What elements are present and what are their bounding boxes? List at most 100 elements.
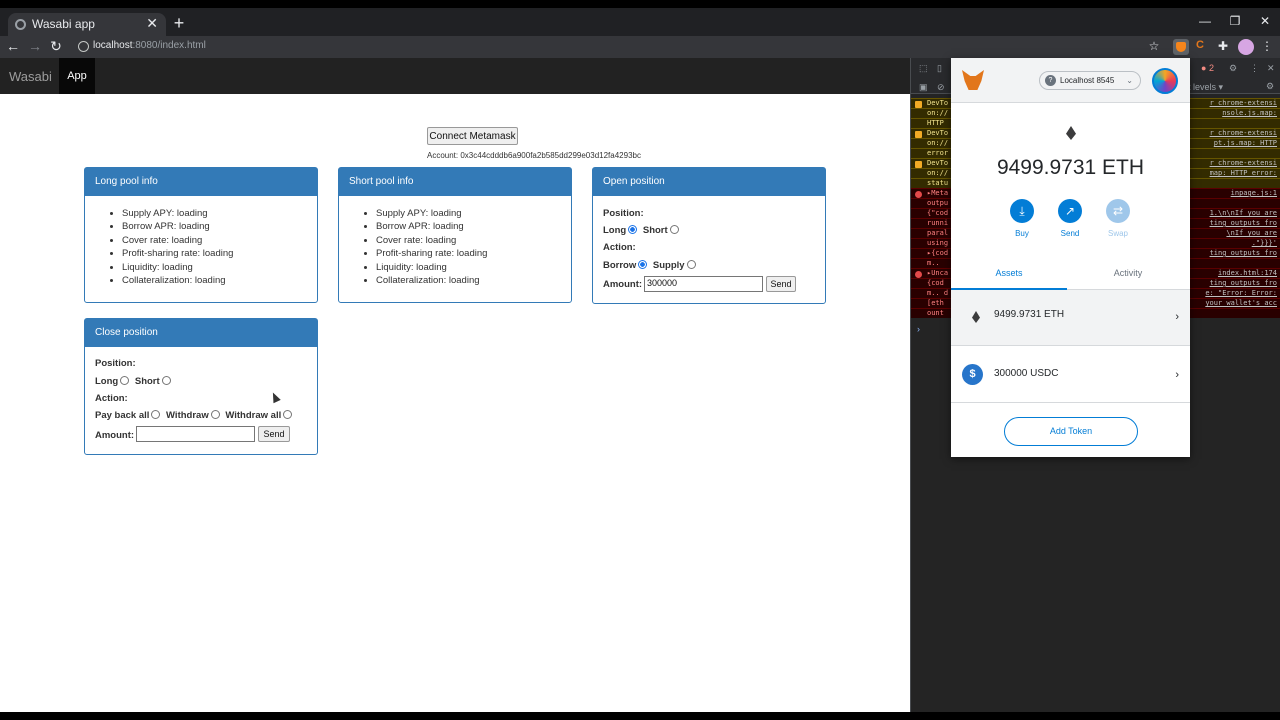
- metamask-extension-icon[interactable]: [1173, 39, 1189, 55]
- back-button[interactable]: ←: [6, 38, 20, 54]
- console-source: ."}}}': [1251, 239, 1277, 247]
- list-item: Borrow APR: loading: [376, 220, 571, 233]
- window-restore-button[interactable]: ❐: [1228, 14, 1242, 28]
- asset-row-usdc[interactable]: $ 300000 USDC ›: [951, 347, 1190, 403]
- navbar-brand[interactable]: Wasabi: [9, 69, 52, 84]
- new-tab-button[interactable]: +: [172, 13, 186, 34]
- device-toggle-icon[interactable]: ▯: [937, 63, 942, 74]
- close-position-panel: Close position Position: Long Short Acti…: [84, 318, 318, 455]
- window-minimize-button[interactable]: —: [1198, 14, 1212, 28]
- reload-button[interactable]: ↻: [49, 38, 63, 55]
- usdc-icon: $: [962, 364, 983, 385]
- extension-icon[interactable]: C: [1196, 39, 1204, 51]
- add-token-button[interactable]: Add Token: [1004, 417, 1138, 446]
- browser-tabstrip: Wasabi app ✕ + — ❐ ✕: [0, 8, 1280, 36]
- eth-balance: 9499.9731 ETH: [996, 156, 1145, 179]
- console-text: DevTo: [927, 129, 949, 137]
- amount-input[interactable]: 300000: [644, 276, 763, 292]
- withdraw-label: Withdraw: [166, 410, 209, 421]
- console-source: your wallet's acc: [1205, 299, 1277, 307]
- send-button[interactable]: ↗ Send: [1050, 199, 1090, 238]
- more-icon[interactable]: ⋮: [1250, 63, 1259, 74]
- inspect-icon[interactable]: ⬚: [919, 63, 928, 74]
- site-info-icon[interactable]: [78, 41, 89, 52]
- list-item: Profit-sharing rate: loading: [376, 247, 571, 260]
- chevron-down-icon: ⌄: [1126, 76, 1133, 85]
- borrow-label: Borrow: [603, 260, 637, 271]
- console-settings-icon[interactable]: ⚙: [1266, 81, 1274, 92]
- browser-tab[interactable]: Wasabi app ✕: [8, 13, 166, 36]
- address-bar[interactable]: localhost:8080/index.html: [93, 40, 206, 51]
- console-source: index.html:174: [1217, 269, 1277, 277]
- url-host: localhost: [93, 40, 133, 51]
- console-text: {cod: [927, 279, 944, 287]
- warning-icon: [915, 131, 922, 138]
- buy-button[interactable]: ⤓ Buy: [1002, 199, 1042, 238]
- long-label: Long: [95, 376, 119, 387]
- nav-item-app[interactable]: App: [59, 58, 95, 94]
- amount-input[interactable]: [136, 426, 255, 442]
- sidebar-toggle-icon[interactable]: ▣: [919, 82, 928, 93]
- buy-label: Buy: [1015, 229, 1029, 238]
- withdraw-radio[interactable]: [210, 410, 220, 419]
- swap-icon: ⇄: [1106, 199, 1130, 223]
- long-pool-panel: Long pool info Supply APY: loading Borro…: [84, 167, 318, 303]
- panel-title: Open position: [593, 168, 825, 196]
- browser-toolbar: ← → ↻ localhost:8080/index.html ☆ C ✚ ⋮: [0, 36, 1280, 58]
- chevron-right-icon: ›: [1175, 369, 1179, 381]
- console-source: \nIf you are: [1226, 229, 1277, 237]
- profile-avatar[interactable]: [1238, 39, 1254, 55]
- extensions-puzzle-icon[interactable]: ✚: [1216, 39, 1230, 53]
- withdraw-all-label: Withdraw all: [225, 410, 282, 421]
- account-avatar[interactable]: [1152, 68, 1178, 94]
- forward-button[interactable]: →: [28, 38, 42, 54]
- list-item: Cover rate: loading: [376, 234, 571, 247]
- error-count-badge[interactable]: ● 2: [1201, 63, 1214, 73]
- chevron-right-icon: ›: [1175, 311, 1179, 323]
- tab-close-icon[interactable]: ✕: [146, 15, 158, 32]
- position-label: Position:: [95, 358, 136, 369]
- action-options: Pay back all Withdraw Withdraw all: [95, 410, 295, 421]
- send-button[interactable]: Send: [258, 426, 290, 442]
- bookmark-star-icon[interactable]: ☆: [1147, 39, 1161, 53]
- asset-row-eth[interactable]: 9499.9731 ETH ›: [951, 290, 1190, 346]
- borrow-radio[interactable]: [638, 260, 648, 269]
- browser-menu-icon[interactable]: ⋮: [1260, 39, 1274, 53]
- connect-metamask-button[interactable]: Connect Metamask: [427, 127, 518, 145]
- tab-title: Wasabi app: [32, 17, 95, 31]
- screen-top-border: [0, 0, 1280, 8]
- console-prompt[interactable]: ›: [917, 324, 920, 334]
- pay-back-all-radio[interactable]: [151, 410, 161, 419]
- swap-button[interactable]: ⇄ Swap: [1098, 199, 1138, 238]
- console-text: statu: [927, 179, 949, 187]
- console-text: paral: [927, 229, 949, 237]
- close-devtools-icon[interactable]: ✕: [1267, 63, 1275, 74]
- short-radio[interactable]: [669, 225, 679, 234]
- tab-assets[interactable]: Assets: [951, 263, 1067, 290]
- send-button[interactable]: Send: [766, 276, 796, 292]
- list-item: Liquidity: loading: [122, 261, 317, 274]
- clear-console-icon[interactable]: ⊘: [937, 82, 945, 93]
- short-radio[interactable]: [161, 376, 171, 385]
- asset-name: 300000 USDC: [994, 368, 1059, 379]
- list-item: Supply APY: loading: [122, 207, 317, 220]
- console-source: ting outputs fro: [1209, 219, 1277, 227]
- console-text: using: [927, 239, 949, 247]
- network-name: Localhost 8545: [1060, 76, 1115, 85]
- window-close-button[interactable]: ✕: [1258, 14, 1272, 28]
- action-label: Action:: [603, 242, 636, 253]
- withdraw-all-radio[interactable]: [283, 410, 293, 419]
- settings-icon[interactable]: ⚙: [1229, 63, 1237, 74]
- console-source: nsole.js.map:: [1222, 109, 1277, 117]
- screen-bottom-border: [0, 712, 1280, 720]
- console-source: ting outputs fro: [1209, 249, 1277, 257]
- long-radio[interactable]: [628, 225, 638, 234]
- tab-activity[interactable]: Activity: [1070, 263, 1186, 290]
- metamask-tabs: Assets Activity: [951, 263, 1190, 290]
- supply-radio[interactable]: [686, 260, 696, 269]
- long-radio[interactable]: [120, 376, 130, 385]
- network-selector[interactable]: ? Localhost 8545 ⌄: [1039, 71, 1141, 90]
- account-address: Account: 0x3c44cdddb6a900fa2b585dd299e03…: [427, 151, 641, 160]
- position-label: Position:: [603, 208, 644, 219]
- console-text: [eth: [927, 299, 944, 307]
